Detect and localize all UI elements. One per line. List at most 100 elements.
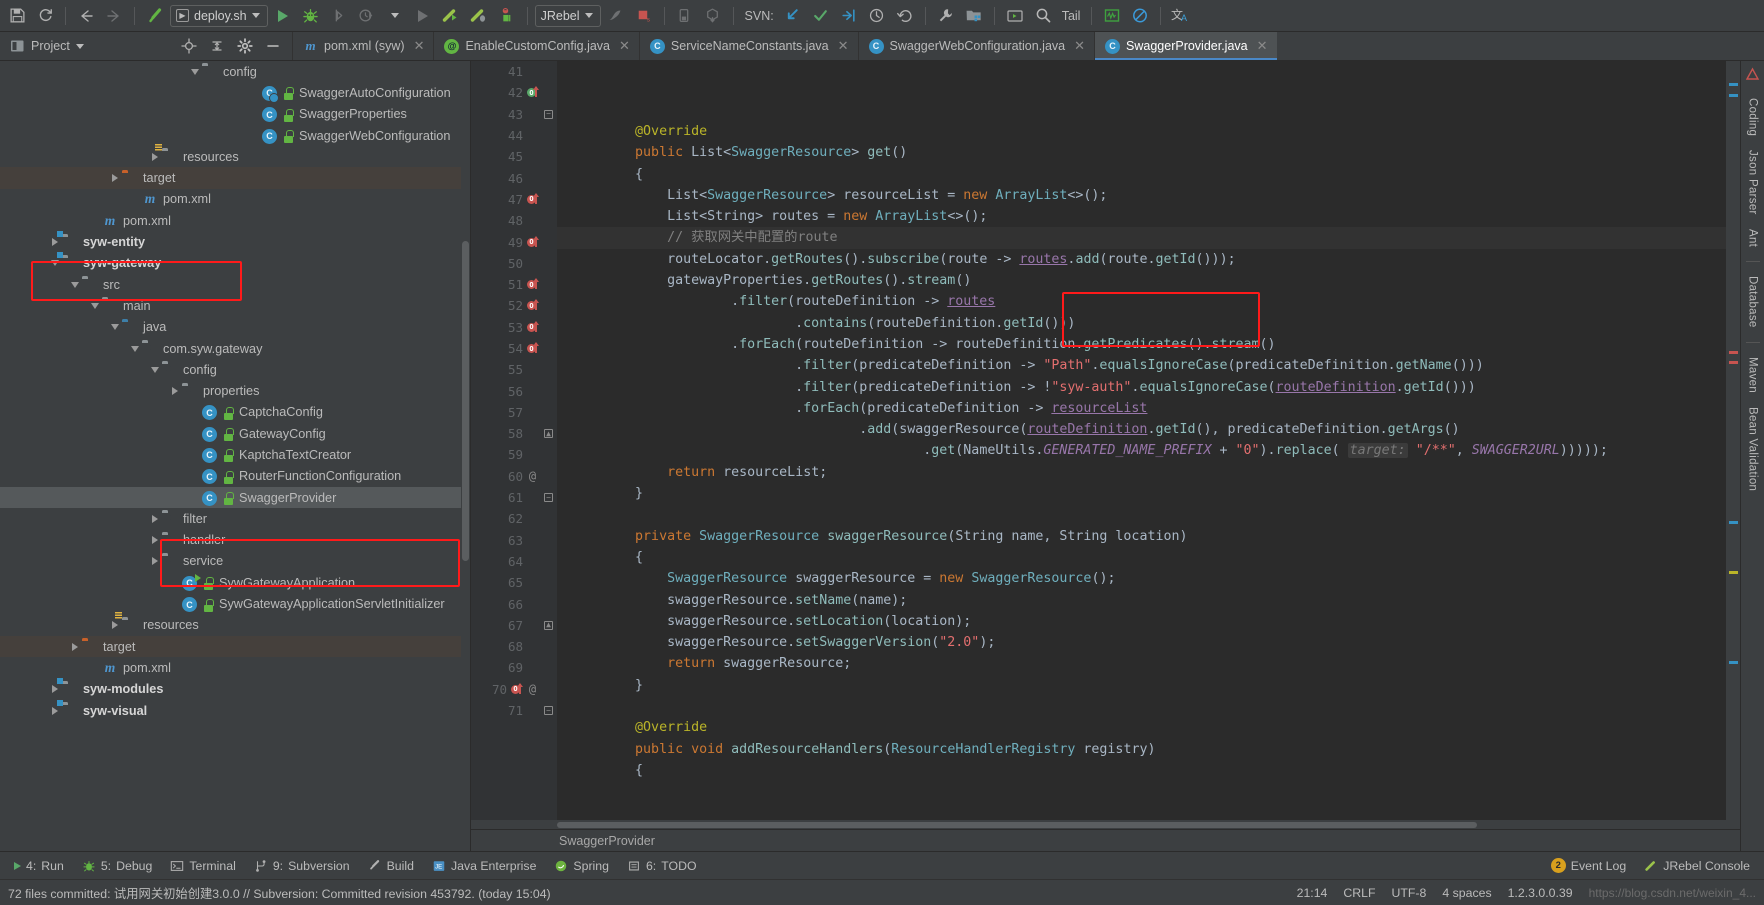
tree-node-syw-entity[interactable]: syw-entity: [0, 231, 470, 252]
chevron-right-icon[interactable]: [148, 534, 161, 547]
code-line[interactable]: swaggerResource.setName(name);: [557, 590, 1726, 611]
gutter-line[interactable]: 44: [471, 125, 557, 146]
gutter-line[interactable]: 49 O: [471, 231, 557, 252]
svn-update-project-button[interactable]: [836, 4, 862, 28]
code-line[interactable]: swaggerResource.setSwaggerVersion("2.0")…: [557, 632, 1726, 653]
tool-window-event-log[interactable]: 2 Event Log: [1543, 856, 1634, 875]
code-line[interactable]: }: [557, 483, 1726, 504]
gutter-line[interactable]: 66: [471, 593, 557, 614]
annotation-gutter-icon[interactable]: @: [526, 469, 539, 483]
tree-node-swaggerwebconfiguration[interactable]: C SwaggerWebConfiguration: [0, 125, 470, 146]
implementing-method-icon[interactable]: O: [526, 86, 539, 98]
chevron-right-icon[interactable]: [108, 619, 121, 632]
tool-window-todo[interactable]: 6: TODO: [619, 857, 705, 875]
code-line[interactable]: .get(NameUtils.GENERATED_NAME_PREFIX + "…: [557, 440, 1726, 461]
profile-dropdown-button[interactable]: [382, 4, 408, 28]
tree-node-src[interactable]: src: [0, 274, 470, 295]
tool-window-subversion[interactable]: 9: Subversion: [246, 857, 358, 875]
code-line[interactable]: List<SwaggerResource> resourceList = new…: [557, 185, 1726, 206]
codota-icon[interactable]: [1745, 67, 1760, 82]
code-line[interactable]: .filter(predicateDefinition -> !"syw-aut…: [557, 377, 1726, 398]
code-line[interactable]: swaggerResource.setLocation(location);: [557, 611, 1726, 632]
tool-window-debug[interactable]: 5: Debug: [74, 857, 161, 875]
tool-window-bean-validation[interactable]: Bean Validation: [1747, 407, 1759, 491]
tab-swagger-web-configuration[interactable]: C SwaggerWebConfiguration.java ✕: [857, 32, 1095, 60]
chevron-down-icon[interactable]: [128, 342, 141, 355]
code-line[interactable]: .forEach(routeDefinition -> routeDefinit…: [557, 334, 1726, 355]
gutter-line[interactable]: 69: [471, 657, 557, 678]
chevron-down-icon[interactable]: [88, 299, 101, 312]
chevron-right-icon[interactable]: [168, 385, 181, 398]
block-button[interactable]: [1127, 4, 1153, 28]
close-icon[interactable]: ✕: [1074, 38, 1085, 54]
gutter-line[interactable]: 70 O @: [471, 679, 557, 700]
project-tree[interactable]: config C SwaggerAutoConfiguration C SwaggerP…: [0, 61, 470, 721]
tree-node-resources[interactable]: resources: [0, 143, 470, 167]
gutter-line[interactable]: 55: [471, 359, 557, 380]
code-line[interactable]: List<String> routes = new ArrayList<>();: [557, 206, 1726, 227]
error-stripe[interactable]: [1726, 61, 1740, 820]
overriding-method-icon[interactable]: O: [526, 192, 539, 205]
code-line[interactable]: public List<SwaggerResource> get(): [557, 142, 1726, 163]
tree-node-swaggerprovider[interactable]: C SwaggerProvider: [0, 486, 470, 509]
code-editor[interactable]: 41 42 O 43−44 45 46 47 O 48 49 O 50 51 O 52 O 53 O 54 O 55 56…: [471, 61, 1740, 820]
chevron-right-icon[interactable]: [48, 704, 61, 717]
tool-window-json-parser[interactable]: Json Parser: [1747, 150, 1759, 215]
search-everywhere-button[interactable]: [1030, 4, 1056, 28]
run-with-coverage-button[interactable]: [326, 4, 352, 28]
code-line[interactable]: {: [557, 164, 1726, 185]
tree-node-syw-visual[interactable]: syw-visual: [0, 699, 470, 721]
tree-node-com-syw-gateway[interactable]: com.syw.gateway: [0, 338, 470, 359]
tree-node-gatewayconfig[interactable]: C GatewayConfig: [0, 423, 470, 444]
hide-panel-button[interactable]: [260, 34, 286, 58]
svn-revert-button[interactable]: [892, 4, 918, 28]
scrollbar-thumb[interactable]: [557, 822, 1477, 828]
chevron-down-icon[interactable]: [48, 257, 61, 270]
tool-window-run[interactable]: 4: Run: [6, 857, 72, 875]
tree-scrollbar-thumb[interactable]: [462, 241, 469, 561]
status-encoding[interactable]: UTF-8: [1392, 886, 1427, 900]
tree-node-resources[interactable]: resources: [0, 612, 470, 636]
code-line[interactable]: {: [557, 547, 1726, 568]
gutter-line[interactable]: 45: [471, 146, 557, 167]
tool-window-coding[interactable]: Coding: [1747, 98, 1759, 136]
collapse-all-button[interactable]: [204, 34, 230, 58]
tool-window-maven[interactable]: Maven: [1747, 357, 1759, 393]
tool-window-java-enterprise[interactable]: JE Java Enterprise: [424, 857, 544, 875]
status-indent[interactable]: 4 spaces: [1442, 886, 1491, 900]
sync-gradle-button[interactable]: [700, 4, 726, 28]
jrebel-run-button[interactable]: [438, 4, 464, 28]
editor-horizontal-scrollbar[interactable]: [471, 820, 1740, 829]
svn-commit-button[interactable]: [808, 4, 834, 28]
run-configuration-selector[interactable]: ▶ deploy.sh: [170, 4, 268, 27]
gutter-line[interactable]: 48: [471, 210, 557, 231]
project-panel-header[interactable]: Project: [0, 32, 170, 60]
translate-button[interactable]: 文A: [1168, 4, 1194, 28]
svn-update-button[interactable]: [780, 4, 806, 28]
status-line-separator[interactable]: CRLF: [1343, 886, 1375, 900]
status-branch[interactable]: 1.2.3.0.0.39: [1508, 886, 1573, 900]
chevron-right-icon[interactable]: [148, 150, 161, 163]
redeploy-button[interactable]: s: [631, 4, 657, 28]
tree-node-pom-xml[interactable]: m pom.xml: [0, 189, 470, 210]
chevron-right-icon[interactable]: [148, 512, 161, 525]
sync-button[interactable]: [32, 4, 58, 28]
tree-node-sywgatewayapplicationservletinitializer[interactable]: C SywGatewayApplicationServletInitializer: [0, 593, 470, 614]
code-line[interactable]: .contains(routeDefinition.getId())): [557, 313, 1726, 334]
code-content[interactable]: @Override public List<SwaggerResource> g…: [557, 61, 1726, 820]
chevron-right-icon[interactable]: [68, 640, 81, 653]
gutter-line[interactable]: 42 O: [471, 82, 557, 103]
tree-node-sywgatewayapplication[interactable]: C SywGatewayApplication: [0, 572, 470, 593]
tree-node-target[interactable]: target: [0, 636, 470, 658]
fold-collapse-icon[interactable]: −: [542, 706, 555, 716]
code-line[interactable]: [557, 504, 1726, 525]
gutter-line[interactable]: 64: [471, 551, 557, 572]
stop-button[interactable]: [410, 4, 436, 28]
gutter-line[interactable]: 47 O: [471, 189, 557, 210]
jrebel-profile-button[interactable]: [494, 4, 520, 28]
code-line[interactable]: // 获取网关中配置的route: [557, 227, 1726, 249]
tool-window-spring[interactable]: Spring: [546, 857, 617, 875]
code-line[interactable]: {: [557, 760, 1726, 781]
code-line[interactable]: SwaggerResource swaggerResource = new Sw…: [557, 568, 1726, 589]
gutter-line[interactable]: 58 ▲: [471, 423, 557, 444]
